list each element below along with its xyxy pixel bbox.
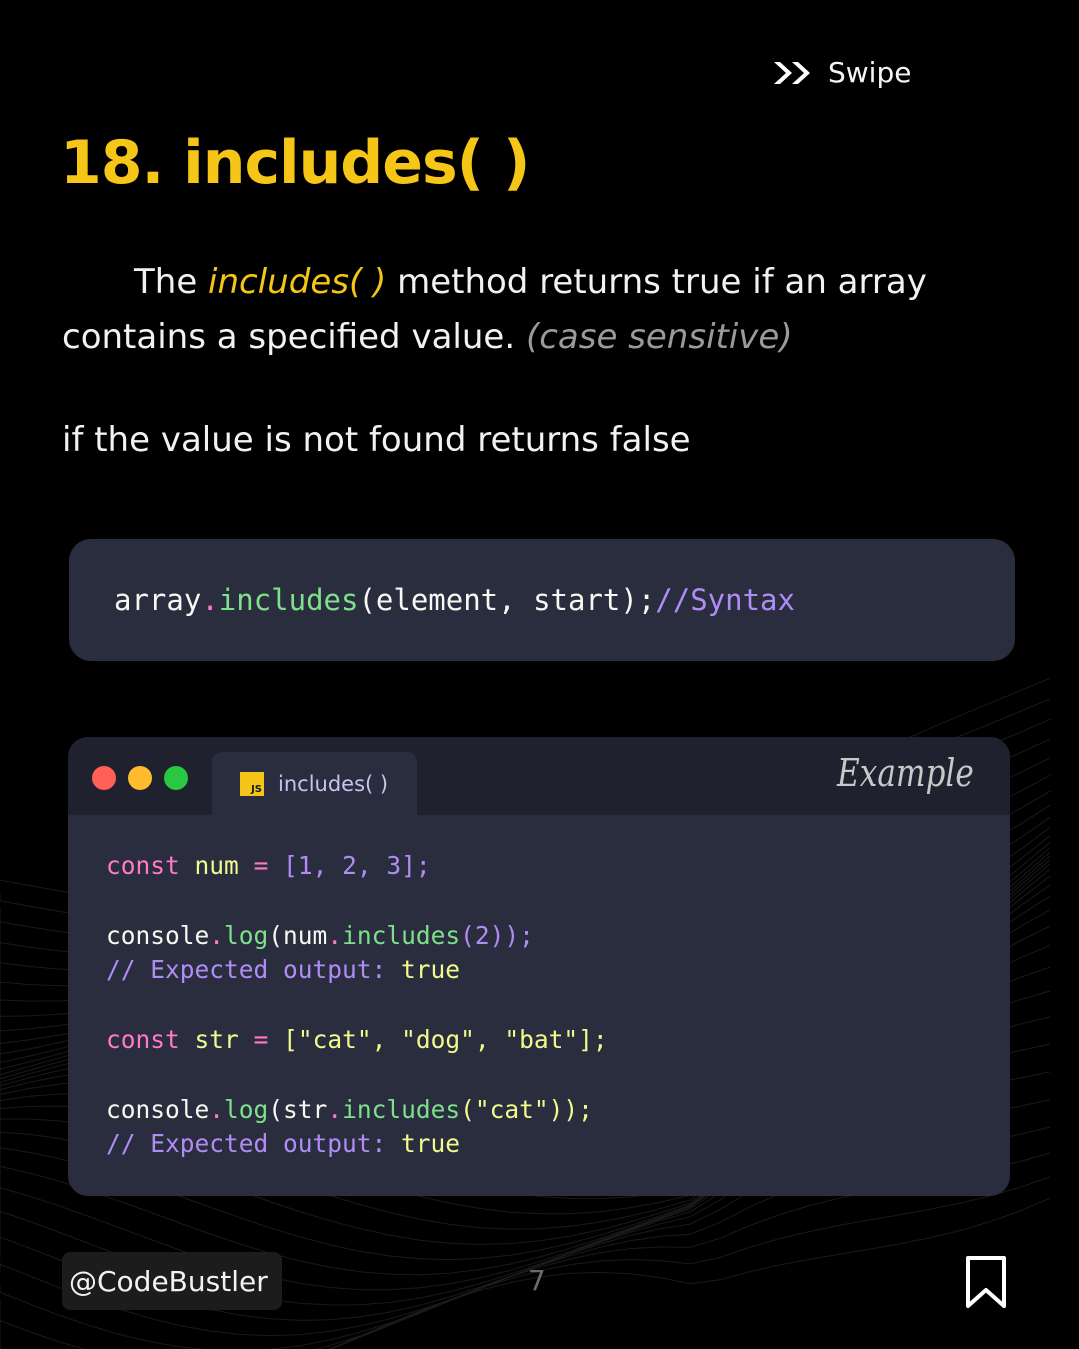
maximize-window-dot[interactable]	[164, 766, 188, 790]
code-result: true	[401, 1129, 461, 1159]
syntax-args: (element, start);	[358, 583, 656, 617]
page-number: 7	[528, 1264, 546, 1297]
method-description: The includes( ) method returns true if a…	[62, 255, 1022, 365]
code-function: log	[224, 1094, 269, 1124]
code-dot: .	[209, 920, 225, 950]
code-operator: =	[253, 1024, 269, 1054]
false-return-note: if the value is not found returns false	[62, 420, 691, 460]
syntax-dot: .	[201, 583, 219, 617]
code-function: log	[224, 920, 269, 950]
code-operator: =	[253, 851, 269, 880]
description-part1: The	[134, 262, 209, 302]
code-comment: // Expected output:	[106, 955, 387, 985]
code-block: const num = [1, 2, 3]; console.log(num.i…	[106, 849, 608, 1162]
code-dot: .	[327, 920, 343, 950]
syntax-object: array	[114, 583, 202, 617]
code-variable: str	[194, 1024, 239, 1054]
code-keyword: const	[106, 1024, 180, 1054]
code-array-value: [1, 2, 3];	[283, 851, 431, 880]
swipe-hint[interactable]: Swipe	[772, 56, 911, 89]
code-function: includes	[342, 920, 461, 950]
code-arg: (num	[268, 920, 328, 950]
code-arg: (str	[268, 1094, 328, 1124]
code-comment: // Expected output:	[106, 1129, 387, 1159]
code-console: console	[106, 1094, 210, 1124]
code-result: true	[401, 955, 461, 985]
example-label: Example	[837, 751, 974, 795]
swipe-label: Swipe	[828, 56, 912, 89]
code-array-value: ["cat", "dog", "bat"];	[283, 1024, 608, 1054]
double-chevron-right-icon	[774, 61, 810, 84]
syntax-method: includes	[218, 583, 359, 617]
code-console: console	[106, 920, 210, 950]
close-window-dot[interactable]	[92, 766, 116, 790]
code-variable: num	[194, 851, 239, 880]
syntax-comment: //Syntax	[655, 583, 795, 617]
syntax-box: array. includes (element, start); //Syntax	[69, 539, 1015, 661]
editor-title-bar: JS includes( ) Example	[68, 737, 1010, 815]
code-dot: .	[209, 1094, 225, 1124]
code-arg: ("cat"));	[460, 1094, 593, 1124]
code-dot: .	[327, 1094, 343, 1124]
code-keyword: const	[106, 851, 180, 880]
code-function: includes	[342, 1094, 461, 1124]
description-case-note: (case sensitive)	[525, 317, 793, 357]
bookmark-icon[interactable]	[962, 1254, 1010, 1310]
javascript-file-icon: JS	[240, 771, 264, 796]
description-method: includes( )	[208, 262, 387, 302]
code-editor-window: JS includes( ) Example const num = [1, 2…	[68, 737, 1010, 1196]
editor-tab-label: includes( )	[278, 771, 389, 796]
page-title: 18. includes( )	[60, 128, 530, 198]
code-arg: (2));	[460, 920, 534, 950]
minimize-window-dot[interactable]	[128, 766, 152, 790]
author-handle[interactable]: @CodeBustler	[62, 1252, 282, 1310]
editor-tab-includes[interactable]: JS includes( )	[212, 752, 417, 815]
